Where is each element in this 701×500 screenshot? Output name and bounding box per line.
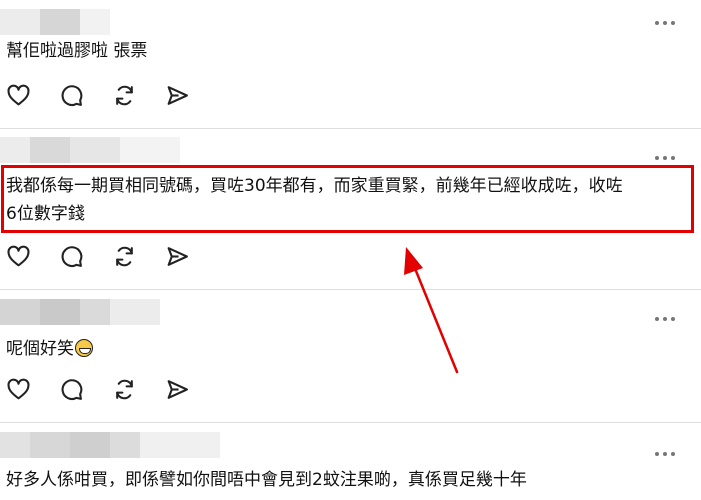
annotation-arrow — [404, 247, 459, 374]
